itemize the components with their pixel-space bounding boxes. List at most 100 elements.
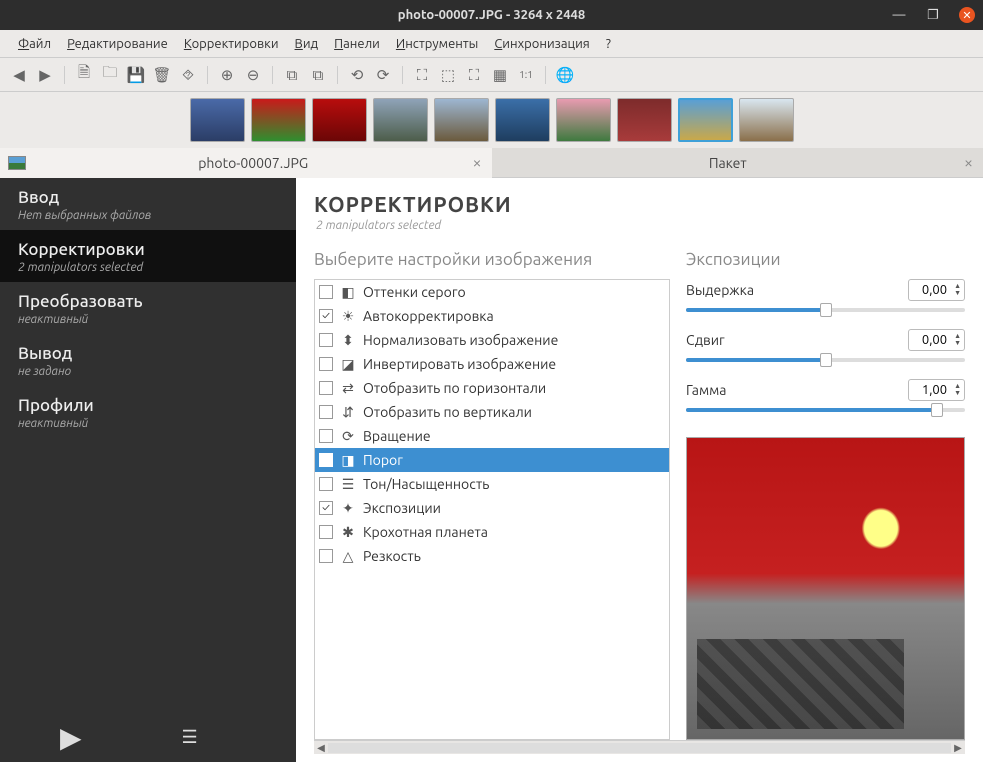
- shutter-input[interactable]: [909, 283, 951, 297]
- rotate-left-icon[interactable]: ⟲: [346, 64, 368, 86]
- shutter-spinbox[interactable]: ▲▼: [908, 279, 965, 301]
- globe-icon[interactable]: 🌐: [554, 64, 576, 86]
- menu-adjust[interactable]: Корректировки: [176, 37, 287, 51]
- menu-view[interactable]: Вид: [287, 37, 327, 51]
- sidebar-item-transform[interactable]: Преобразовать неактивный: [0, 282, 296, 334]
- gamma-spinbox[interactable]: ▲▼: [908, 379, 965, 401]
- gamma-slider[interactable]: [686, 403, 965, 417]
- manipulator-row[interactable]: ⬍Нормализовать изображение: [315, 328, 669, 352]
- manipulator-row[interactable]: ✱Крохотная планета: [315, 520, 669, 544]
- menu-file[interactable]: Файл: [10, 37, 59, 51]
- checkbox[interactable]: [319, 333, 333, 347]
- shift-spinbox[interactable]: ▲▼: [908, 329, 965, 351]
- manipulator-label: Оттенки серого: [363, 284, 466, 300]
- manipulator-label: Экспозиции: [363, 500, 441, 516]
- fit-icon[interactable]: ▦: [489, 64, 511, 86]
- thumbnail[interactable]: [312, 98, 367, 142]
- manipulator-list[interactable]: ◧ Оттенки серого ✓☀Автокорректировка⬍Норма…: [314, 279, 670, 740]
- thumbnail[interactable]: [251, 98, 306, 142]
- sidebar-item-profiles[interactable]: Профили неактивный: [0, 386, 296, 438]
- tab-batch[interactable]: Пакет ×: [492, 148, 983, 178]
- tab-image-close[interactable]: ×: [472, 154, 481, 172]
- paste-icon[interactable]: ⧉: [307, 64, 329, 86]
- manipulator-label: Отобразить по вертикали: [363, 404, 532, 420]
- scroll-left-arrow[interactable]: ◀: [314, 742, 328, 754]
- manipulator-icon: ◪: [339, 356, 357, 373]
- zoom-out-icon[interactable]: ⊖: [242, 64, 264, 86]
- manipulator-icon: ◧: [339, 284, 357, 301]
- document-icon[interactable]: 🗎: [73, 64, 95, 86]
- manipulator-row[interactable]: ⇄Отобразить по горизонтали: [315, 376, 669, 400]
- manipulator-label: Резкость: [363, 548, 421, 564]
- manipulator-row[interactable]: ◧ Оттенки серого: [315, 280, 669, 304]
- manipulator-row[interactable]: ✓☀Автокорректировка: [315, 304, 669, 328]
- nav-back-button[interactable]: ◀: [8, 64, 30, 86]
- checkbox[interactable]: [319, 381, 333, 395]
- manipulator-row[interactable]: ⟳Вращение: [315, 424, 669, 448]
- checkbox[interactable]: [319, 429, 333, 443]
- content-heading: КОРРЕКТИРОВКИ: [314, 192, 965, 216]
- manipulator-icon: ✦: [339, 500, 357, 517]
- select-icon[interactable]: ⬚: [437, 64, 459, 86]
- menu-panels[interactable]: Панели: [326, 37, 388, 51]
- manipulator-row[interactable]: ⇵Отобразить по вертикали: [315, 400, 669, 424]
- rotate-right-icon[interactable]: ⟳: [372, 64, 394, 86]
- gamma-input[interactable]: [909, 383, 951, 397]
- sidebar-item-input[interactable]: Ввод Нет выбранных файлов: [0, 178, 296, 230]
- checkbox[interactable]: [319, 525, 333, 539]
- thumbnail[interactable]: [190, 98, 245, 142]
- thumbnail[interactable]: [739, 98, 794, 142]
- checkbox[interactable]: ✓: [319, 309, 333, 323]
- checkbox[interactable]: [319, 477, 333, 491]
- ratio-icon[interactable]: 1:1: [515, 64, 537, 86]
- menu-help[interactable]: ?: [598, 37, 619, 51]
- shutter-slider[interactable]: [686, 303, 965, 317]
- crop-icon[interactable]: ⛶: [411, 64, 433, 86]
- fullscreen-icon[interactable]: ⛶: [463, 64, 485, 86]
- sidebar-item-output[interactable]: Вывод не задано: [0, 334, 296, 386]
- tab-image[interactable]: photo-00007.JPG ×: [0, 148, 492, 178]
- checkbox[interactable]: [319, 453, 333, 467]
- thumbnail[interactable]: [373, 98, 428, 142]
- copy-icon[interactable]: ⧉: [281, 64, 303, 86]
- save-icon[interactable]: 💾: [125, 64, 147, 86]
- folder-icon[interactable]: 🗀: [99, 64, 121, 86]
- menu-edit[interactable]: Редактирование: [59, 37, 176, 51]
- manipulator-row[interactable]: ✓ ✦ Экспозиции: [315, 496, 669, 520]
- checkbox[interactable]: [319, 549, 333, 563]
- checkbox[interactable]: [319, 285, 333, 299]
- manipulator-icon: ⬍: [339, 332, 357, 349]
- sidebar: Ввод Нет выбранных файлов Корректировки …: [0, 178, 296, 762]
- minimize-button[interactable]: —: [891, 7, 907, 23]
- play-button[interactable]: ▶: [60, 721, 82, 754]
- maximize-button[interactable]: ❐: [925, 7, 941, 23]
- thumbnail[interactable]: [678, 98, 733, 142]
- thumbnail[interactable]: [617, 98, 672, 142]
- manipulator-icon: ◨: [339, 452, 357, 469]
- nav-forward-button[interactable]: ▶: [34, 64, 56, 86]
- manipulator-row[interactable]: ◨Порог: [315, 448, 669, 472]
- manipulator-row[interactable]: ◪Инвертировать изображение: [315, 352, 669, 376]
- sidebar-item-adjustments[interactable]: Корректировки 2 manipulators selected: [0, 230, 296, 282]
- filter-icon[interactable]: ⯑: [177, 64, 199, 86]
- horizontal-scrollbar[interactable]: ◀ ▶: [314, 740, 965, 754]
- tab-batch-close[interactable]: ×: [964, 154, 973, 172]
- thumbnail[interactable]: [556, 98, 611, 142]
- trash-icon[interactable]: 🗑: [151, 64, 173, 86]
- manipulator-row[interactable]: △Резкость: [315, 544, 669, 568]
- menu-tools[interactable]: Инструменты: [388, 37, 486, 51]
- shift-slider[interactable]: [686, 353, 965, 367]
- menu-sync[interactable]: Синхронизация: [486, 37, 598, 51]
- close-button[interactable]: ✕: [959, 7, 975, 23]
- checkbox[interactable]: ✓: [319, 501, 333, 515]
- checkbox[interactable]: [319, 357, 333, 371]
- manipulator-label: Вращение: [363, 428, 431, 444]
- list-view-icon[interactable]: ☰: [182, 727, 198, 748]
- zoom-in-icon[interactable]: ⊕: [216, 64, 238, 86]
- scroll-right-arrow[interactable]: ▶: [951, 742, 965, 754]
- thumbnail[interactable]: [434, 98, 489, 142]
- shift-input[interactable]: [909, 333, 951, 347]
- checkbox[interactable]: [319, 405, 333, 419]
- manipulator-row[interactable]: ☰Тон/Насыщенность: [315, 472, 669, 496]
- thumbnail[interactable]: [495, 98, 550, 142]
